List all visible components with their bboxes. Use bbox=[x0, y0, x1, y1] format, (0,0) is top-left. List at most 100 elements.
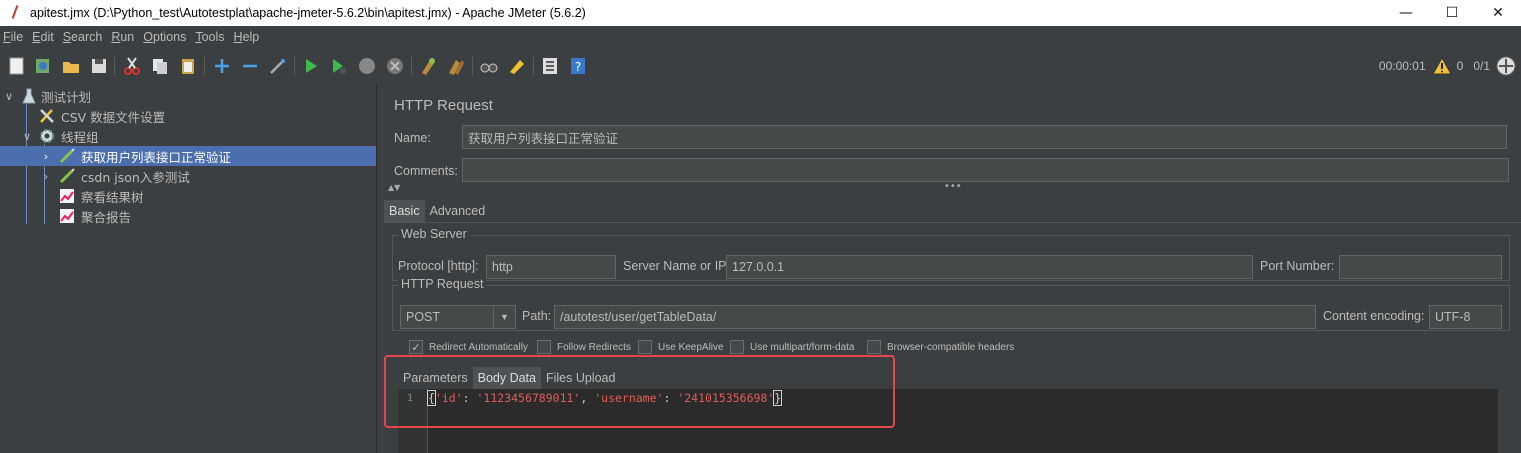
tree-item-csdn-json[interactable]: › csdn json入参测试 bbox=[0, 166, 376, 186]
checkbox-label: Follow Redirects bbox=[557, 341, 631, 353]
clear-icon[interactable] bbox=[417, 55, 439, 77]
tree-item-get-user-list[interactable]: › 获取用户列表接口正常验证 bbox=[0, 146, 376, 166]
checkmark-icon[interactable]: ✓ bbox=[409, 340, 423, 354]
stop-icon[interactable] bbox=[356, 55, 378, 77]
tab-bar: Basic Advanced bbox=[384, 200, 490, 222]
expand-icon[interactable] bbox=[211, 55, 233, 77]
menu-search[interactable]: Search bbox=[63, 30, 103, 44]
tree-item-thread-group[interactable]: ∨ 线程组 bbox=[0, 126, 376, 146]
protocol-field[interactable]: http bbox=[486, 255, 616, 279]
warning-icon[interactable] bbox=[1431, 56, 1452, 76]
editor-scrollbar[interactable] bbox=[1497, 389, 1507, 453]
tree-item-label: CSV 数据文件设置 bbox=[61, 109, 166, 125]
tree-item-label: 测试计划 bbox=[41, 89, 92, 105]
collapse-divider[interactable]: ▲▼ ••• bbox=[384, 181, 1521, 196]
port-field[interactable] bbox=[1339, 255, 1502, 279]
use-keepalive-checkbox[interactable]: Use KeepAlive bbox=[638, 340, 724, 354]
tree-item-aggregate-report[interactable]: 聚合报告 bbox=[0, 206, 376, 226]
tree-splitter[interactable] bbox=[376, 84, 384, 453]
menu-run[interactable]: Run bbox=[111, 30, 134, 44]
checkbox-label: Redirect Automatically bbox=[429, 341, 528, 353]
expand-arrow-icon[interactable]: › bbox=[40, 170, 52, 183]
protocol-label: Protocol [http]: bbox=[398, 259, 479, 273]
listener-chart-icon bbox=[58, 207, 76, 225]
help-icon[interactable]: ? bbox=[567, 55, 589, 77]
checkbox-label: Use multipart/form-data bbox=[750, 341, 855, 353]
collapse-icon[interactable] bbox=[239, 55, 261, 77]
tree-item-label: csdn json入参测试 bbox=[81, 169, 190, 185]
maximize-button[interactable]: ☐ bbox=[1429, 0, 1475, 26]
checkbox-box[interactable] bbox=[537, 340, 551, 354]
tree-item-label: 线程组 bbox=[61, 129, 99, 145]
search-icon[interactable] bbox=[478, 55, 500, 77]
path-field[interactable]: /autotest/user/getTableData/ bbox=[554, 305, 1316, 329]
copy-icon[interactable] bbox=[149, 55, 171, 77]
path-label: Path: bbox=[522, 309, 552, 323]
server-field[interactable]: 127.0.0.1 bbox=[726, 255, 1253, 279]
menu-tools[interactable]: Tools bbox=[195, 30, 224, 44]
name-field[interactable]: 获取用户列表接口正常验证 bbox=[462, 125, 1507, 149]
shutdown-icon[interactable] bbox=[384, 55, 406, 77]
tree-item-csv-config[interactable]: CSV 数据文件设置 bbox=[0, 106, 376, 126]
http-request-title: HTTP Request bbox=[398, 277, 487, 291]
checkbox-box[interactable] bbox=[730, 340, 744, 354]
encoding-label: Content encoding: bbox=[1323, 309, 1425, 323]
collapse-arrow-icon[interactable]: ∨ bbox=[3, 90, 15, 103]
method-select[interactable]: POST ▼ bbox=[400, 305, 516, 329]
elapsed-timer: 00:00:01 bbox=[1378, 59, 1426, 73]
redirect-automatically-checkbox[interactable]: ✓ Redirect Automatically bbox=[409, 340, 528, 354]
cut-icon[interactable] bbox=[121, 55, 143, 77]
tab-advanced[interactable]: Advanced bbox=[425, 200, 491, 222]
menu-options[interactable]: Options bbox=[143, 30, 186, 44]
tree-item-view-results-tree[interactable]: 察看结果树 bbox=[0, 186, 376, 206]
checkbox-box[interactable] bbox=[867, 340, 881, 354]
jmeter-feather-icon bbox=[8, 5, 22, 21]
tree-item-label: 聚合报告 bbox=[81, 209, 132, 225]
open-icon[interactable] bbox=[60, 55, 82, 77]
minimize-button[interactable]: — bbox=[1383, 0, 1429, 26]
name-label: Name: bbox=[394, 131, 431, 145]
encoding-field[interactable]: UTF-8 bbox=[1429, 305, 1502, 329]
close-button[interactable]: ✕ bbox=[1475, 0, 1521, 26]
warning-count: 0 bbox=[1456, 59, 1464, 73]
start-icon[interactable] bbox=[300, 55, 322, 77]
browser-compatible-headers-checkbox[interactable]: Browser-compatible headers bbox=[867, 340, 1014, 354]
toolbar: ? 00:00:01 0 0/1 bbox=[0, 48, 1521, 84]
menu-file[interactable]: File bbox=[3, 30, 23, 44]
sampler-pen-icon bbox=[58, 147, 76, 165]
paste-icon[interactable] bbox=[177, 55, 199, 77]
method-value: POST bbox=[406, 310, 441, 324]
annotation-highlight-box bbox=[384, 355, 895, 428]
save-icon[interactable] bbox=[88, 55, 110, 77]
start-no-pauses-icon[interactable] bbox=[328, 55, 350, 77]
function-helper-icon[interactable] bbox=[539, 55, 561, 77]
checkbox-label: Browser-compatible headers bbox=[887, 341, 1015, 353]
new-icon[interactable] bbox=[6, 55, 28, 77]
collapse-arrows-icon[interactable]: ▲▼ bbox=[388, 183, 400, 192]
page-title: HTTP Request bbox=[394, 97, 493, 114]
tree-item-label: 察看结果树 bbox=[81, 189, 144, 205]
reset-search-icon[interactable] bbox=[506, 55, 528, 77]
comments-field[interactable] bbox=[462, 158, 1509, 182]
comments-label: Comments: bbox=[394, 164, 458, 178]
clear-all-icon[interactable] bbox=[445, 55, 467, 77]
follow-redirects-checkbox[interactable]: Follow Redirects bbox=[537, 340, 631, 354]
svg-text:?: ? bbox=[575, 60, 581, 74]
menu-edit[interactable]: Edit bbox=[32, 30, 54, 44]
test-plan-tree: ∨ 测试计划 CSV 数据文件设置 ∨ 线程组 › 获取用户列表接口正常验证 ›… bbox=[0, 84, 376, 453]
tree-item-test-plan[interactable]: ∨ 测试计划 bbox=[0, 86, 376, 106]
active-threads: 0/1 bbox=[1473, 59, 1490, 73]
menu-bar: File Edit Search Run Options Tools Help bbox=[0, 26, 1521, 48]
toggle-icon[interactable] bbox=[267, 55, 289, 77]
tab-basic[interactable]: Basic bbox=[384, 200, 425, 222]
chevron-down-icon[interactable]: ▼ bbox=[493, 306, 515, 328]
expand-arrow-icon[interactable]: › bbox=[40, 150, 52, 163]
remote-engines-icon[interactable] bbox=[1495, 55, 1517, 77]
window-title: apitest.jmx (D:\Python_test\Autotestplat… bbox=[30, 6, 586, 20]
checkbox-box[interactable] bbox=[638, 340, 652, 354]
drag-handle-icon[interactable]: ••• bbox=[944, 181, 962, 192]
menu-help[interactable]: Help bbox=[234, 30, 260, 44]
use-multipart-checkbox[interactable]: Use multipart/form-data bbox=[730, 340, 854, 354]
collapse-arrow-icon[interactable]: ∨ bbox=[21, 130, 33, 143]
templates-icon[interactable] bbox=[32, 55, 54, 77]
